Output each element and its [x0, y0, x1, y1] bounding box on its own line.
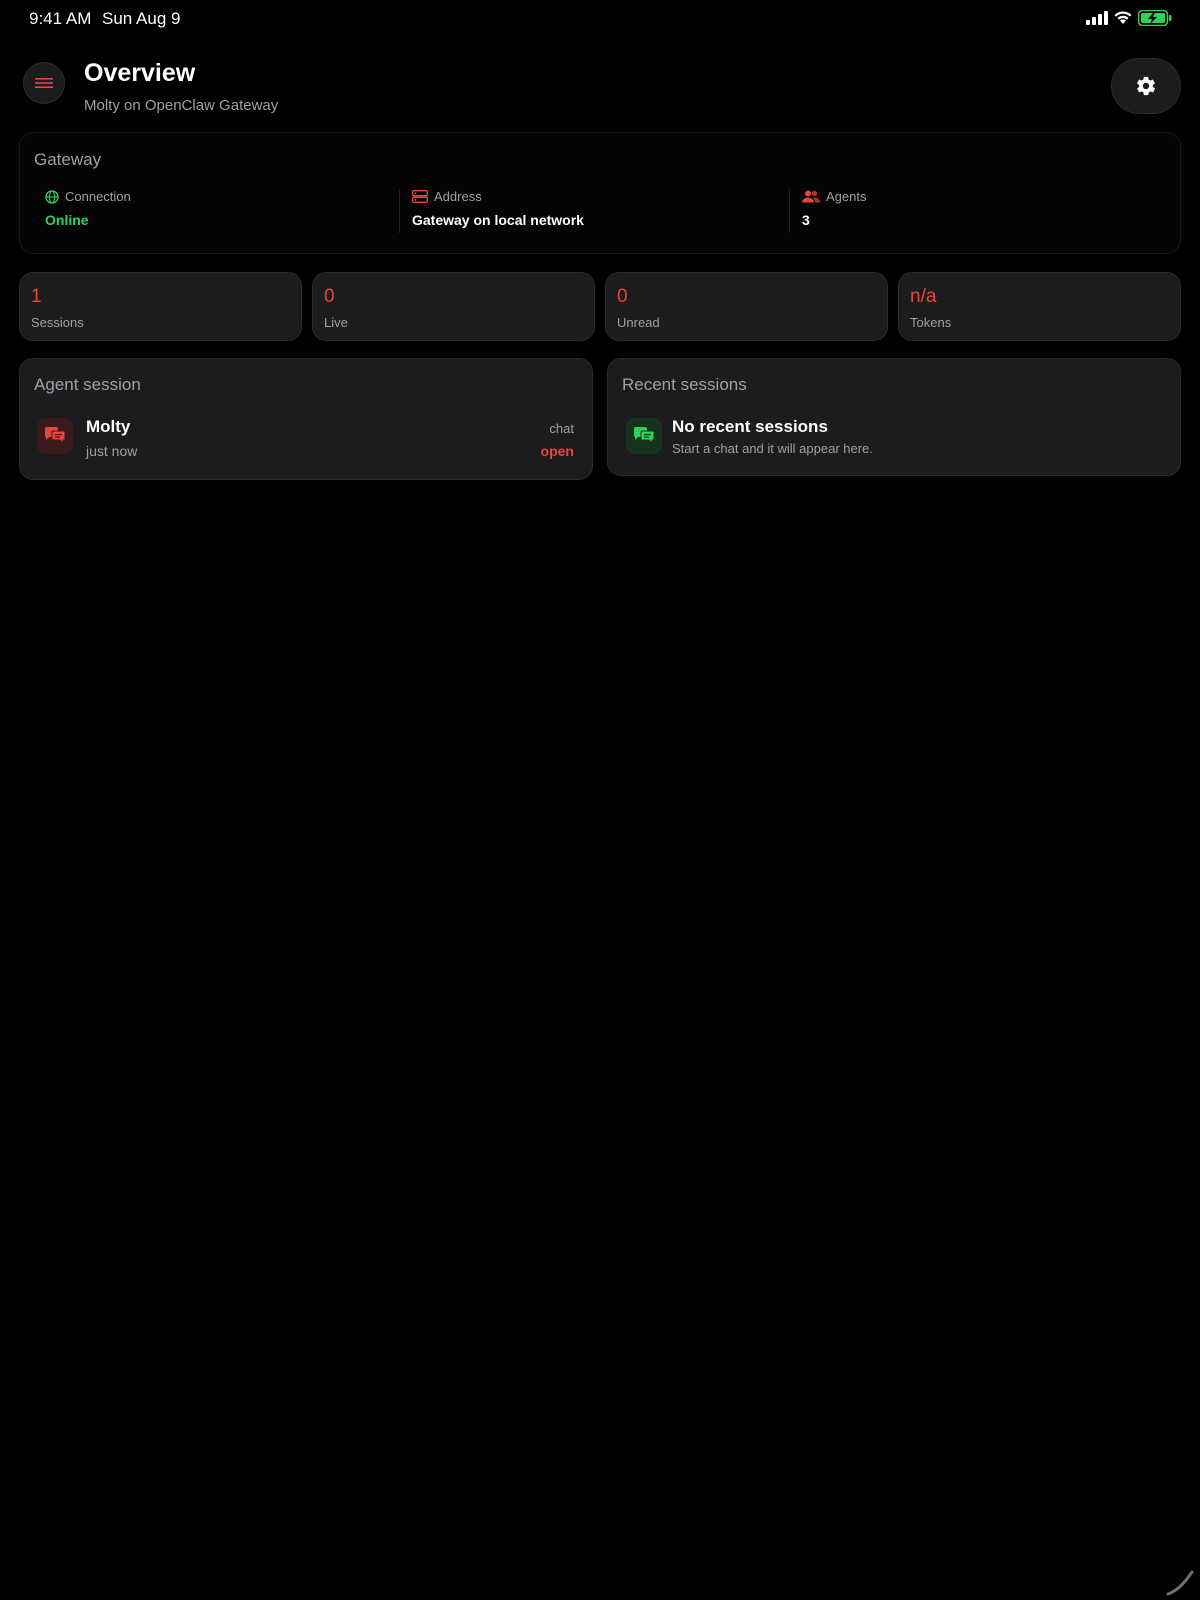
page-title: Overview	[84, 59, 196, 87]
address-field: Address Gateway on local network	[399, 189, 779, 233]
wifi-icon	[1114, 11, 1132, 24]
signal-icon	[1086, 11, 1108, 25]
recent-sessions-panel: Recent sessions No recent sessions Start…	[607, 358, 1181, 476]
session-kind: chat	[549, 421, 574, 436]
address-label: Address	[434, 189, 482, 204]
page-subtitle: Molty on OpenClaw Gateway	[84, 97, 279, 114]
agent-session-panel: Agent session Molty just now chat open	[19, 358, 593, 480]
stat-value: 1	[31, 286, 42, 307]
empty-state-title: No recent sessions	[672, 417, 828, 436]
empty-state-subtitle: Start a chat and it will appear here.	[672, 441, 873, 456]
agents-label: Agents	[826, 189, 867, 204]
gear-icon	[1137, 76, 1156, 96]
session-name: Molty	[86, 417, 131, 436]
connection-value: Online	[45, 212, 89, 228]
stat-label: Tokens	[910, 315, 952, 330]
corner-resize-indicator	[1166, 1570, 1194, 1596]
address-value: Gateway on local network	[412, 212, 584, 228]
stat-label: Sessions	[31, 315, 84, 330]
stat-card-sessions[interactable]: 1 Sessions	[19, 272, 302, 341]
hamburger-icon	[35, 78, 53, 88]
header: Overview Molty on OpenClaw Gateway	[0, 52, 1200, 122]
agent-session-row[interactable]: Molty just now chat open	[20, 409, 592, 465]
stat-value: 0	[617, 286, 628, 307]
stat-label: Live	[324, 315, 348, 330]
gateway-card: Gateway Connection Online Address Gatewa…	[19, 132, 1181, 254]
people-icon	[802, 190, 820, 203]
battery-charging-icon	[1138, 10, 1172, 26]
status-icons	[1086, 10, 1172, 26]
connection-label: Connection	[65, 189, 131, 204]
stat-card-tokens[interactable]: n/a Tokens	[898, 272, 1181, 341]
settings-button[interactable]	[1111, 58, 1181, 114]
recent-sessions-title: Recent sessions	[622, 375, 747, 394]
empty-icon-box	[626, 418, 662, 454]
stat-card-live[interactable]: 0 Live	[312, 272, 595, 341]
session-state-badge: open	[540, 443, 574, 459]
agents-value: 3	[802, 212, 810, 228]
gateway-title: Gateway	[34, 150, 102, 169]
stat-value: 0	[324, 286, 335, 307]
agents-field: Agents 3	[789, 189, 1149, 233]
stat-card-unread[interactable]: 0 Unread	[605, 272, 888, 341]
status-time: 9:41 AM	[29, 9, 92, 28]
status-date: Sun Aug 9	[102, 9, 181, 28]
stat-value: n/a	[910, 286, 937, 307]
chat-bubbles-icon	[634, 427, 655, 445]
chat-bubbles-icon	[45, 427, 66, 445]
menu-button[interactable]	[23, 62, 65, 104]
agent-session-title: Agent session	[34, 375, 141, 394]
session-icon-box	[37, 418, 73, 454]
connection-field: Connection Online	[45, 189, 131, 233]
session-time: just now	[86, 443, 138, 459]
globe-icon	[45, 189, 59, 204]
status-bar: 9:41 AM Sun Aug 9	[0, 0, 1200, 38]
stat-label: Unread	[617, 315, 660, 330]
server-icon	[412, 190, 428, 203]
